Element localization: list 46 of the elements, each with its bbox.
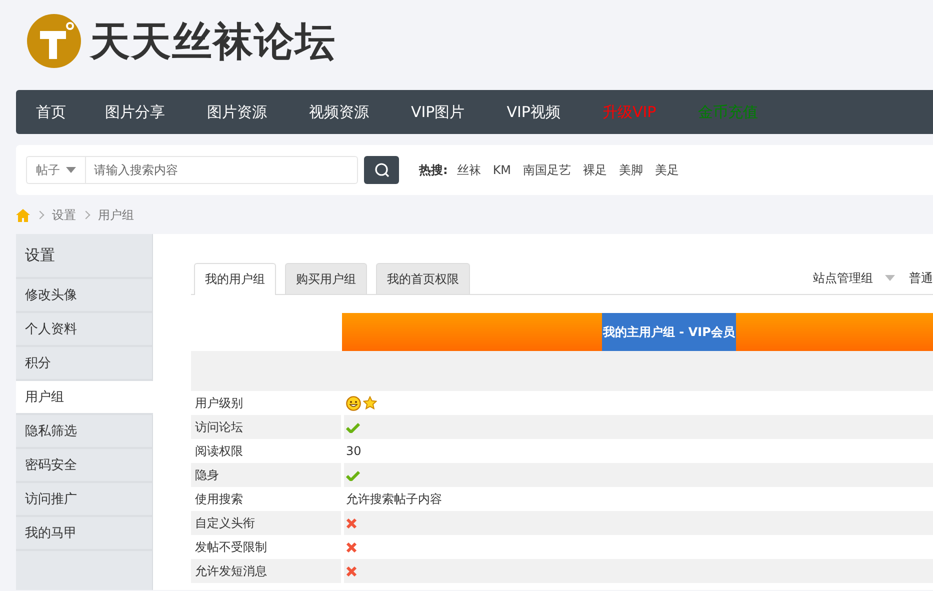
row-label: 允许发短消息	[191, 559, 341, 583]
check-icon	[346, 470, 360, 480]
hot-search-link[interactable]: 丝袜	[454, 162, 484, 178]
cross-icon	[346, 542, 357, 552]
tab[interactable]: 我的首页权限	[376, 263, 470, 294]
row-label: 发帖不受限制	[194, 538, 268, 556]
star-icon	[363, 396, 377, 410]
group-dropdown[interactable]: 站点管理组	[813, 270, 873, 286]
row-label: 自定义头衔	[191, 511, 341, 535]
logo-icon	[26, 13, 82, 69]
group-link[interactable]: 普通	[909, 270, 933, 286]
check-icon	[346, 422, 360, 432]
search-field[interactable]: 请输入搜索内容	[85, 156, 358, 184]
breadcrumb-link[interactable]: 设置	[52, 206, 76, 224]
sidebar-item[interactable]: 用户组	[16, 381, 153, 415]
hot-search-link[interactable]: 南国足艺	[520, 162, 574, 178]
hot-search-link[interactable]: 美脚	[616, 162, 646, 178]
row-label: 访问论坛	[191, 415, 341, 439]
row-label: 隐身	[191, 463, 341, 487]
group-header: 我的主用户组 - VIP会员	[602, 313, 736, 351]
search-button[interactable]	[364, 156, 399, 184]
row-label: 使用搜索	[194, 490, 244, 508]
cross-icon	[346, 518, 357, 528]
hot-search-link[interactable]: 美足	[652, 162, 682, 178]
row-value: 允许搜索帖子内容	[346, 490, 442, 508]
tab[interactable]: 我的用户组	[194, 263, 276, 295]
cross-icon	[346, 566, 357, 576]
nav-link[interactable]: VIP视频	[486, 90, 582, 134]
nav-link[interactable]: 视频资源	[288, 90, 390, 134]
hot-search-link[interactable]: KM	[490, 163, 514, 177]
site-title[interactable]: 天天丝袜论坛	[90, 14, 336, 68]
nav-link[interactable]: 图片分享	[84, 90, 186, 134]
hot-search-label: 热搜:	[419, 162, 448, 178]
nav-link[interactable]: VIP图片	[390, 90, 486, 134]
row-value: 30	[346, 444, 362, 458]
row-label: 用户级别	[194, 394, 244, 412]
hot-search-link[interactable]: 裸足	[580, 162, 610, 178]
smiley-icon	[346, 396, 361, 410]
breadcrumb-link[interactable]: 用户组	[98, 206, 134, 224]
row-label: 阅读权限	[194, 442, 244, 460]
nav-link[interactable]: 首页	[18, 90, 84, 134]
tab[interactable]: 购买用户组	[285, 263, 367, 294]
scope-dropdown[interactable]: 帖子	[26, 156, 85, 184]
search-icon	[374, 162, 390, 178]
home-icon[interactable]	[16, 208, 30, 222]
nav-link[interactable]: 图片资源	[186, 90, 288, 134]
